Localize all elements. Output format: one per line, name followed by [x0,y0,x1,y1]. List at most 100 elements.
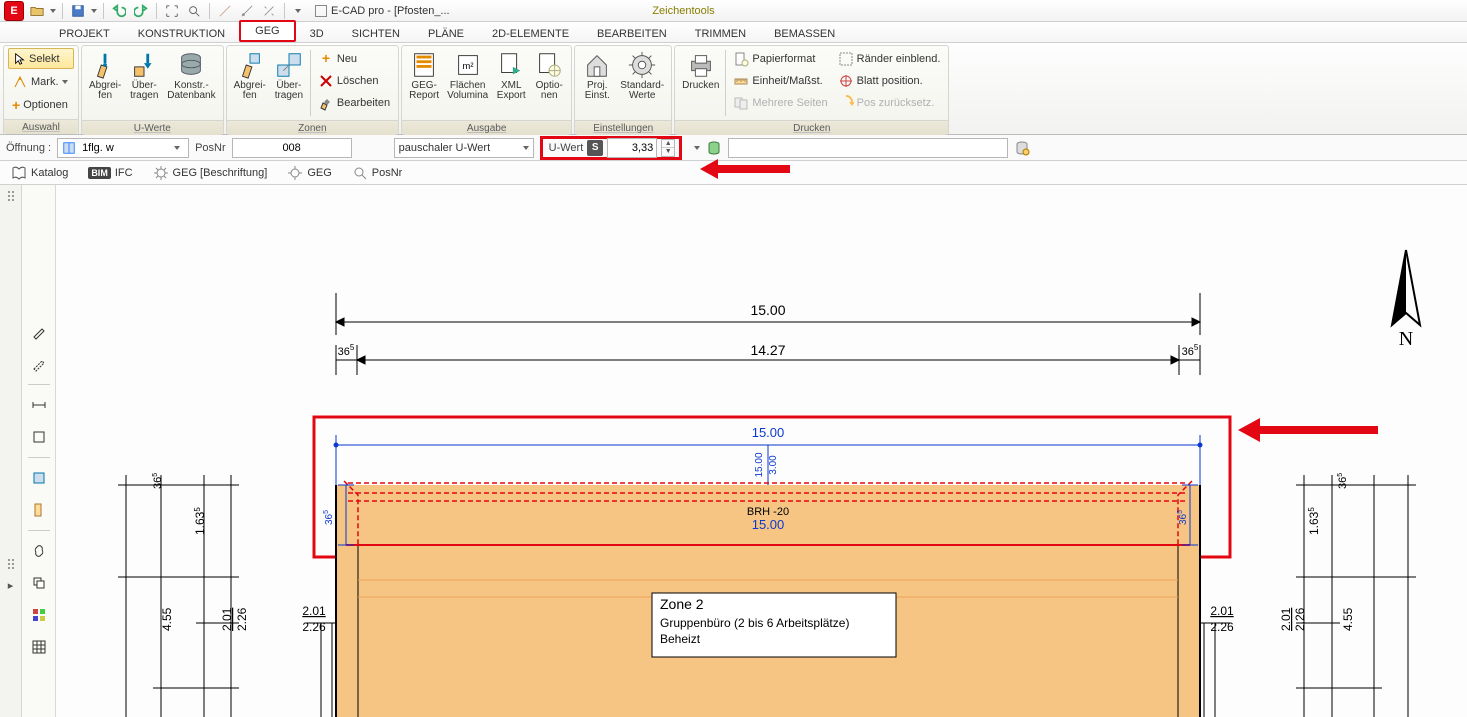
book-icon [11,165,27,181]
papierformat-button[interactable]: Papierformat [729,48,831,69]
zone-heat: Beheizt [660,632,701,646]
side-panel-left-1: ▸ [0,185,22,717]
tab-bearbeiten[interactable]: BEARBEITEN [583,25,681,43]
uwert-spinner[interactable]: ▲▼ [661,139,675,157]
zonen-abgreifen-button[interactable]: Abgrei- fen [231,48,269,118]
xml-export-button[interactable]: XML Export [493,48,529,118]
svg-text:1.635: 1.635 [193,507,207,535]
katalog-button[interactable]: Katalog [6,162,73,184]
zonen-loeschen-button[interactable]: Löschen [314,70,394,91]
pen-dashed-icon[interactable] [27,352,51,376]
open-icon[interactable] [28,2,46,20]
window-icon [62,141,76,155]
redo-icon[interactable] [132,2,150,20]
app-menu-button[interactable]: E [4,1,24,21]
svg-text:365: 365 [1337,473,1349,489]
zonen-uebertragen-button[interactable]: Über- tragen [271,48,307,118]
drawing-svg: N 15.00 14.27 365 365 [56,185,1467,717]
group-auswahl: Selekt Mark. + Optionen Auswahl [3,45,79,134]
einheit-masstab-button[interactable]: Einheit/Maßst. [729,70,831,91]
drucken-button[interactable]: Drucken [679,48,722,118]
tool2-icon[interactable] [238,2,256,20]
uwert-dropdown-icon[interactable] [694,146,700,150]
svg-text:15.00: 15.00 [752,425,785,440]
door-icon[interactable] [27,498,51,522]
mark-button[interactable]: Mark. [8,71,74,92]
copy-icon[interactable] [27,571,51,595]
callout-arrow-drawing [1238,417,1378,443]
save-dropdown-icon[interactable] [91,9,97,13]
database-icon[interactable] [706,140,722,156]
tool-strip [22,185,56,717]
db-selection-field[interactable] [728,138,1008,158]
zonen-neu-button[interactable]: + Neu [314,48,394,69]
pen-icon[interactable] [27,320,51,344]
geg-report-button[interactable]: GEG- Report [406,48,442,118]
tab-projekt[interactable]: PROJEKT [45,25,124,43]
flaechen-volumina-button[interactable]: m² Flächen Volumina [444,48,491,118]
group-title-drucken: Drucken [675,120,948,135]
geg-beschriftung-button[interactable]: GEG [Beschriftung] [148,162,273,184]
uwerte-uebertragen-button[interactable]: Über- tragen [126,48,162,118]
north-arrow-icon: N [1392,250,1420,350]
zoom-icon[interactable] [185,2,203,20]
save-icon[interactable] [69,2,87,20]
ausgabe-optionen-button[interactable]: Optio- nen [531,48,567,118]
palette-icon[interactable] [27,603,51,627]
uwert-input[interactable] [607,138,657,158]
konstr-datenbank-button[interactable]: Konstr.- Datenbank [164,48,218,118]
chevron-down-icon[interactable] [174,146,180,150]
posnr-input[interactable] [232,138,352,158]
undo-icon[interactable] [110,2,128,20]
oeffnung-input[interactable] [80,141,170,155]
group-title-auswahl: Auswahl [4,119,78,134]
raender-einblend-button[interactable]: Ränder einblend. [834,48,945,69]
group-title-zonen: Zonen [227,120,398,135]
tab-trimmen[interactable]: TRIMMEN [681,25,760,43]
optionen-button[interactable]: + Optionen [8,94,74,115]
fit-icon[interactable] [163,2,181,20]
title-bar: E E-CAD pro - [Pfosten_... Zeichentools [0,0,1467,22]
tab-bemassen[interactable]: BEMASSEN [760,25,849,43]
svg-text:15.00: 15.00 [752,517,785,532]
tool1-icon[interactable] [216,2,234,20]
chevron-down-icon[interactable] [523,146,529,150]
uwert-label: U-Wert [549,142,584,154]
svg-text:+: + [322,51,330,66]
gear-icon [287,165,303,181]
zonen-bearbeiten-button[interactable]: Bearbeiten [314,92,394,113]
posnr-label: PosNr [195,142,226,154]
dimension-icon[interactable] [27,393,51,417]
drawing-canvas[interactable]: N 15.00 14.27 365 365 [56,185,1467,717]
selekt-button[interactable]: Selekt [8,48,74,69]
uwert-mode-combo[interactable]: pauschaler U-Wert [394,138,534,158]
tab-2d-elemente[interactable]: 2D-ELEMENTE [478,25,583,43]
ribbon-tabs: PROJEKT KONSTRUKTION GEG 3D SICHTEN PLÄN… [0,22,1467,43]
proj-einst-button[interactable]: Proj. Einst. [579,48,615,118]
qat-customize-icon[interactable] [295,9,301,13]
tab-sichten[interactable]: SICHTEN [338,25,414,43]
blatt-position-button[interactable]: Blatt position. [834,70,945,91]
bim-ifc-button[interactable]: BIM IFC [83,164,137,182]
database-open-icon[interactable] [1014,140,1030,156]
tab-plaene[interactable]: PLÄNE [414,25,478,43]
uwerte-abgreifen-button[interactable]: Abgrei- fen [86,48,124,118]
svg-text:2.26: 2.26 [1293,607,1307,631]
open-dropdown-icon[interactable] [50,9,56,13]
tab-konstruktion[interactable]: KONSTRUKTION [124,25,239,43]
tool3-icon[interactable] [260,2,278,20]
area-icon[interactable] [27,425,51,449]
window-icon[interactable] [27,466,51,490]
svg-text:15.00: 15.00 [754,452,765,477]
grid-icon[interactable] [27,635,51,659]
oeffnung-combo[interactable] [57,138,189,158]
geg-button[interactable]: GEG [282,162,336,184]
tab-geg[interactable]: GEG [239,20,295,42]
svg-text:2.01: 2.01 [302,604,326,618]
tab-3d[interactable]: 3D [296,25,338,43]
svg-text:4.55: 4.55 [160,607,174,631]
panel-collapse-icon[interactable]: ▸ [0,573,23,597]
link-icon[interactable] [27,539,51,563]
standard-werte-button[interactable]: Standard- Werte [617,48,667,118]
posnr-button[interactable]: PosNr [347,162,408,184]
